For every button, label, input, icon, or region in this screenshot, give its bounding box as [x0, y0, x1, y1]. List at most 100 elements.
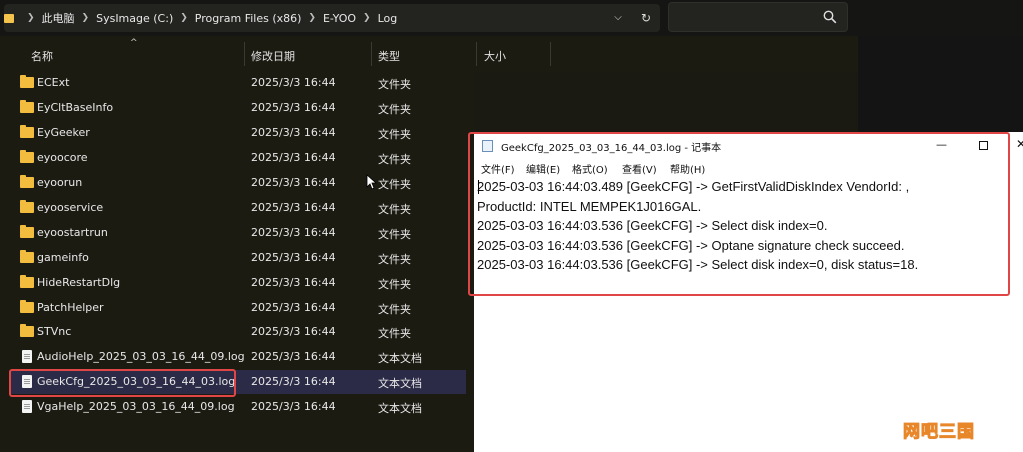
file-name: EyCltBaseInfo — [37, 101, 114, 114]
file-row[interactable]: eyoostartrun 2025/3/3 16:44 文件夹 — [10, 221, 466, 245]
chevron-right-icon: ❯ — [27, 13, 35, 23]
text-file-icon — [22, 400, 32, 413]
file-row[interactable]: eyoocore 2025/3/3 16:44 文件夹 — [10, 146, 466, 170]
watermark-logo: 网吧三国 — [903, 422, 975, 443]
file-row[interactable]: eyoorun 2025/3/3 16:44 文件夹 — [10, 171, 466, 195]
breadcrumb-this-pc[interactable]: 此电脑 — [42, 10, 75, 26]
file-name: eyooservice — [37, 201, 104, 214]
file-type: 文件夹 — [378, 103, 411, 116]
address-box[interactable]: ❯ 此电脑 ❯ SysImage (C:) ❯ Program Files (x… — [4, 4, 660, 32]
folder-icon — [20, 75, 34, 88]
file-type: 文件夹 — [378, 78, 411, 91]
background-area — [858, 36, 1023, 132]
file-date: 2025/3/3 16:44 — [251, 176, 336, 189]
column-header-size[interactable]: 大小 — [484, 48, 506, 64]
file-type: 文件夹 — [378, 178, 411, 191]
folder-icon — [20, 150, 34, 163]
file-date: 2025/3/3 16:44 — [251, 226, 336, 239]
file-row[interactable]: PatchHelper 2025/3/3 16:44 文件夹 — [10, 296, 466, 320]
file-date: 2025/3/3 16:44 — [251, 325, 336, 338]
file-date: 2025/3/3 16:44 — [251, 251, 336, 264]
file-row[interactable]: gameinfo 2025/3/3 16:44 文件夹 — [10, 246, 466, 270]
file-name: PatchHelper — [37, 301, 104, 314]
file-row[interactable]: EyGeeker 2025/3/3 16:44 文件夹 — [10, 121, 466, 145]
file-date: 2025/3/3 16:44 — [251, 301, 336, 314]
file-date: 2025/3/3 16:44 — [251, 400, 336, 413]
column-header-row: ^ 名称 修改日期 类型 大小 — [0, 36, 858, 72]
file-type: 文件夹 — [378, 203, 411, 216]
file-row[interactable]: EyCltBaseInfo 2025/3/3 16:44 文件夹 — [10, 96, 466, 120]
close-button[interactable]: ✕ — [1016, 137, 1023, 151]
folder-icon — [20, 275, 34, 288]
folder-icon — [20, 200, 34, 213]
chevron-right-icon: ❯ — [363, 13, 371, 23]
column-divider[interactable] — [244, 42, 245, 66]
chevron-right-icon: ❯ — [180, 13, 188, 23]
chevron-down-icon[interactable]: ⌵ — [612, 12, 624, 24]
folder-icon — [20, 300, 34, 313]
file-type: 文本文档 — [378, 352, 422, 365]
folder-icon — [20, 125, 34, 138]
file-row[interactable]: AudioHelp_2025_03_03_16_44_09.log 2025/3… — [10, 345, 466, 369]
file-name: HideRestartDlg — [37, 276, 121, 289]
file-type: 文件夹 — [378, 303, 411, 316]
file-type: 文件夹 — [378, 153, 411, 166]
file-name: EyGeeker — [37, 126, 90, 139]
column-divider[interactable] — [371, 42, 372, 66]
file-name: gameinfo — [37, 251, 89, 264]
breadcrumb-program-files[interactable]: Program Files (x86) — [195, 12, 302, 25]
column-divider[interactable] — [476, 42, 477, 66]
chevron-right-icon: ❯ — [308, 13, 316, 23]
file-date: 2025/3/3 16:44 — [251, 276, 336, 289]
file-name: ECExt — [37, 76, 70, 89]
search-input[interactable] — [675, 8, 815, 26]
file-date: 2025/3/3 16:44 — [251, 151, 336, 164]
file-date: 2025/3/3 16:44 — [251, 375, 336, 388]
mouse-cursor-icon — [366, 174, 377, 190]
file-type: 文件夹 — [378, 327, 411, 340]
file-type: 文件夹 — [378, 253, 411, 266]
address-bar: ❯ 此电脑 ❯ SysImage (C:) ❯ Program Files (x… — [0, 0, 1023, 36]
file-type: 文件夹 — [378, 128, 411, 141]
column-header-type[interactable]: 类型 — [378, 48, 400, 64]
highlight-box — [9, 369, 236, 397]
folder-icon — [20, 250, 34, 263]
column-header-date[interactable]: 修改日期 — [251, 48, 295, 64]
folder-icon — [20, 225, 34, 238]
file-row[interactable]: STVnc 2025/3/3 16:44 文件夹 — [10, 320, 466, 344]
file-name: VgaHelp_2025_03_03_16_44_09.log — [37, 400, 235, 413]
folder-icon — [20, 324, 34, 337]
file-name: STVnc — [37, 325, 72, 338]
search-box[interactable] — [668, 2, 848, 32]
file-date: 2025/3/3 16:44 — [251, 201, 336, 214]
column-divider[interactable] — [550, 42, 551, 66]
folder-icon — [20, 175, 34, 188]
text-file-icon — [22, 350, 32, 363]
file-type: 文本文档 — [378, 402, 422, 415]
column-header-name[interactable]: 名称 — [31, 48, 53, 64]
folder-icon — [4, 13, 14, 23]
file-date: 2025/3/3 16:44 — [251, 350, 336, 363]
breadcrumb-e-yoo[interactable]: E-YOO — [323, 12, 356, 25]
chevron-right-icon: ❯ — [81, 13, 90, 23]
search-icon[interactable] — [823, 10, 837, 24]
highlight-box — [468, 132, 1010, 296]
file-row[interactable]: ECExt 2025/3/3 16:44 文件夹 — [10, 71, 466, 95]
breadcrumb-log[interactable]: Log — [378, 12, 398, 25]
folder-icon — [20, 100, 34, 113]
file-name: eyoocore — [37, 151, 88, 164]
file-name: eyoostartrun — [37, 226, 108, 239]
refresh-icon[interactable]: ↻ — [640, 12, 652, 24]
file-name: eyoorun — [37, 176, 83, 189]
file-row[interactable]: VgaHelp_2025_03_03_16_44_09.log 2025/3/3… — [10, 395, 466, 419]
file-date: 2025/3/3 16:44 — [251, 101, 336, 114]
file-row[interactable]: HideRestartDlg 2025/3/3 16:44 文件夹 — [10, 271, 466, 295]
file-date: 2025/3/3 16:44 — [251, 76, 336, 89]
file-type: 文件夹 — [378, 228, 411, 241]
file-row[interactable]: eyooservice 2025/3/3 16:44 文件夹 — [10, 196, 466, 220]
breadcrumb-drive[interactable]: SysImage (C:) — [96, 12, 173, 25]
sort-ascending-icon: ^ — [130, 38, 138, 48]
file-name: AudioHelp_2025_03_03_16_44_09.log — [37, 350, 245, 363]
file-type: 文件夹 — [378, 278, 411, 291]
file-type: 文本文档 — [378, 377, 422, 390]
